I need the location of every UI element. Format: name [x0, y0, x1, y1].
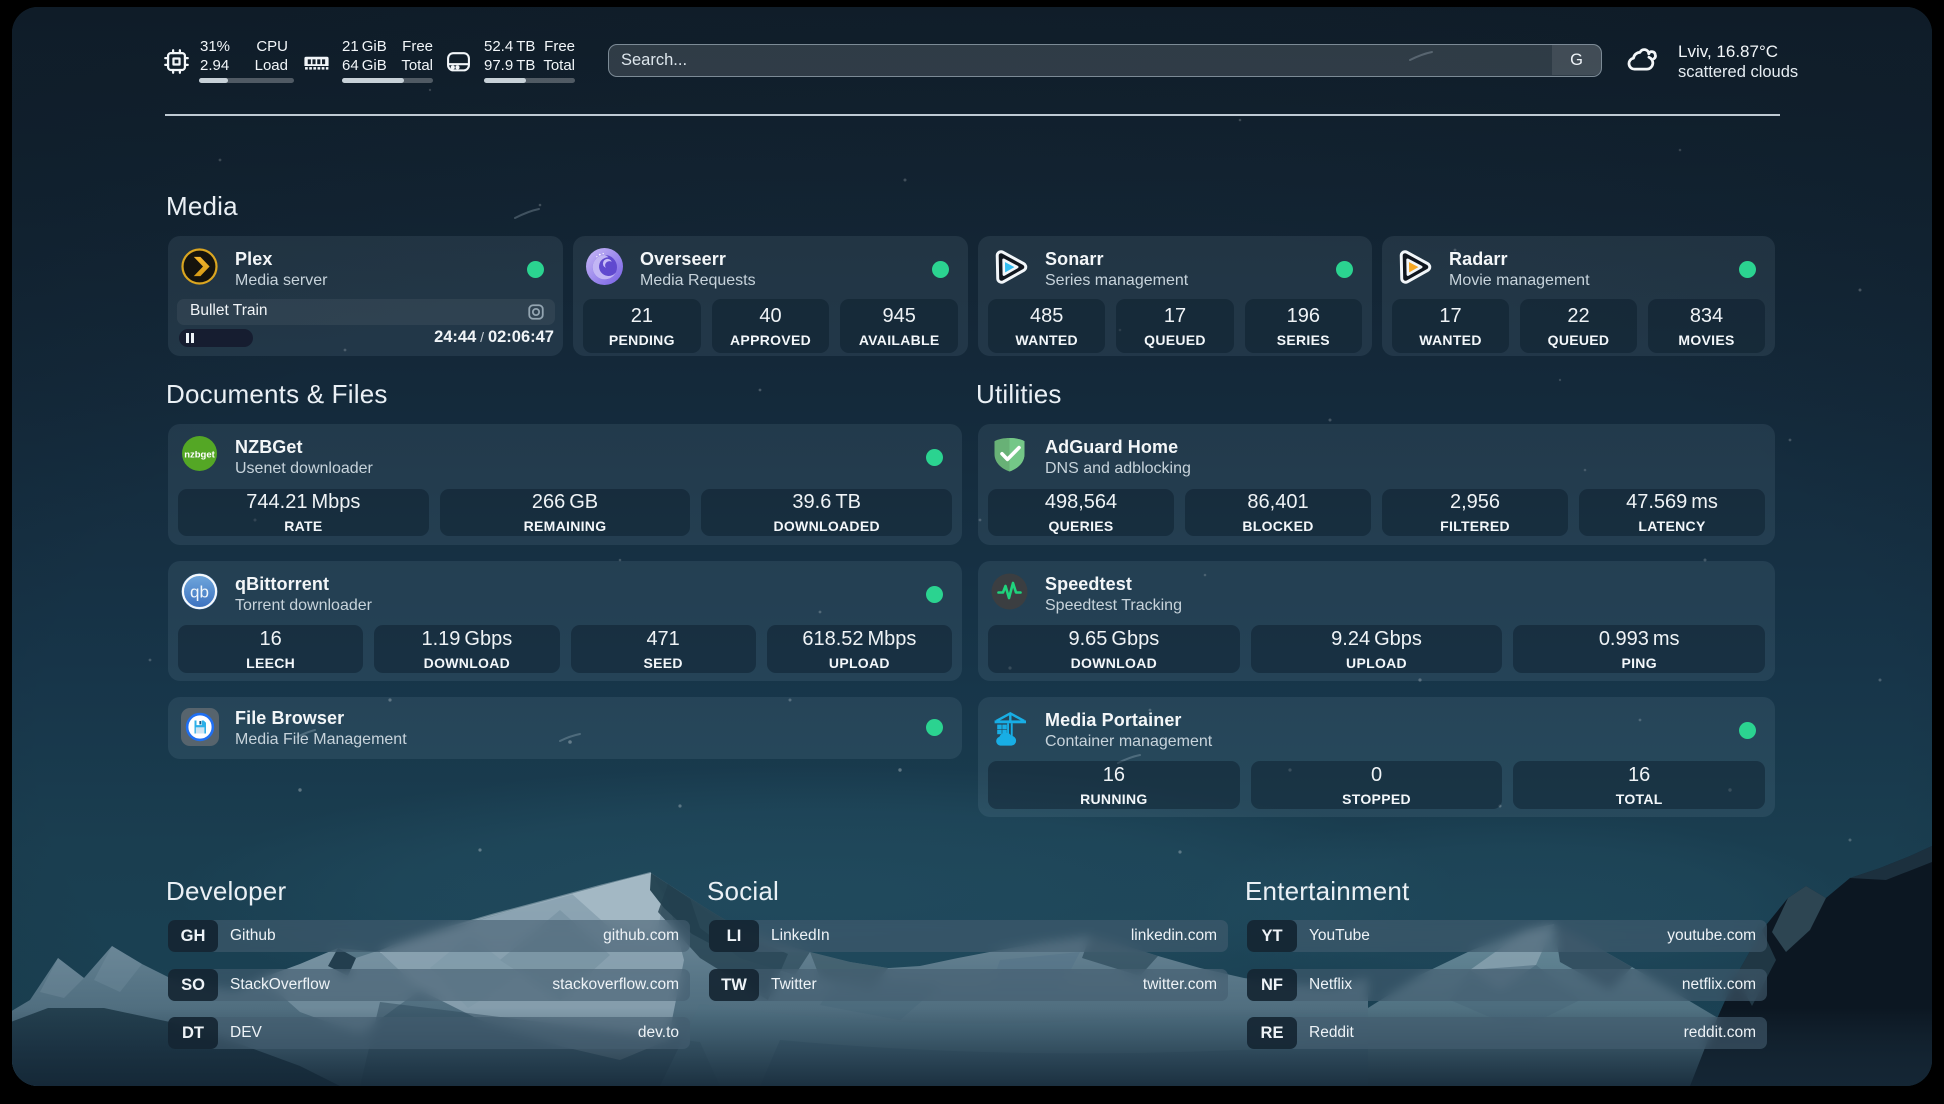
- svg-text:qb: qb: [190, 583, 209, 602]
- svg-text:nzbget: nzbget: [184, 450, 215, 461]
